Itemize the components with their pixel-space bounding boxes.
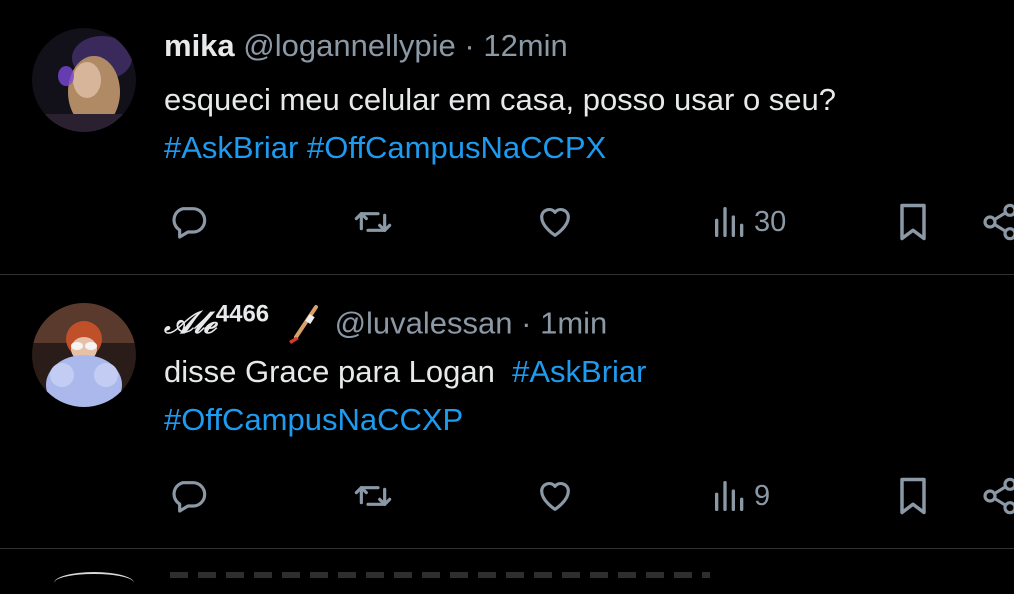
tweet-header: mika @logannellypie · 12min	[164, 28, 568, 64]
display-name[interactable]: 𝒜𝓁ℯ4466	[164, 301, 280, 342]
bookmark-button[interactable]	[890, 200, 936, 244]
tweet-text: esqueci meu celular em casa, posso usar …	[164, 76, 836, 172]
reply-icon	[172, 481, 207, 513]
share-icon	[983, 203, 1014, 241]
bookmark-icon	[900, 203, 926, 241]
tweet-text-line: esqueci meu celular em casa, posso usar …	[164, 82, 837, 117]
hashtag-link[interactable]: #OffCampusNaCCXP	[164, 402, 463, 437]
tweet-1[interactable]: mika @logannellypie · 12min esqueci meu …	[0, 0, 1014, 274]
tweet-header: 𝒜𝓁ℯ4466 @luvalessan · 1min	[164, 301, 607, 345]
views-button[interactable]: 30	[710, 202, 786, 242]
share-icon	[983, 477, 1014, 515]
tweet-2[interactable]: 𝒜𝓁ℯ4466 @luvalessan · 1min disse Grace p…	[0, 275, 1014, 547]
display-name-superscript: 4466	[215, 301, 270, 328]
retweet-button[interactable]	[350, 202, 396, 242]
hashtag-link[interactable]: #AskBriar	[164, 130, 298, 165]
like-button[interactable]	[532, 476, 578, 516]
hashtag-link[interactable]: #OffCampusNaCCPX	[307, 130, 606, 165]
next-tweet-avatar-partial[interactable]	[54, 572, 134, 594]
retweet-button[interactable]	[350, 476, 396, 516]
views-count: 9	[754, 479, 771, 512]
timestamp[interactable]: 1min	[540, 305, 607, 340]
user-handle[interactable]: @logannellypie	[243, 28, 455, 63]
hashtag-link[interactable]: #AskBriar	[512, 354, 646, 389]
like-button[interactable]	[532, 202, 578, 242]
views-bar-chart-icon	[715, 481, 744, 511]
heart-icon	[540, 481, 570, 511]
reply-button[interactable]	[166, 202, 210, 242]
views-bar-chart-icon	[715, 207, 744, 237]
avatar[interactable]	[32, 28, 136, 132]
display-name[interactable]: mika	[164, 28, 235, 63]
bookmark-icon	[900, 477, 926, 515]
reply-icon	[172, 207, 207, 239]
hockey-stick-icon	[288, 305, 318, 345]
retweet-icon	[354, 486, 392, 506]
timestamp[interactable]: 12min	[483, 28, 567, 63]
divider	[0, 548, 1014, 549]
tweet-text: disse Grace para Logan #AskBriar #OffCam…	[164, 348, 646, 444]
share-button[interactable]	[978, 476, 1014, 516]
retweet-icon	[354, 212, 392, 232]
bookmark-button[interactable]	[890, 474, 936, 518]
share-button[interactable]	[978, 202, 1014, 242]
separator: ·	[464, 28, 475, 63]
tweet-text-line: disse Grace para Logan	[164, 354, 495, 389]
views-button[interactable]: 9	[710, 476, 770, 516]
views-count: 30	[754, 205, 787, 238]
next-tweet-header-partial	[170, 572, 710, 578]
display-name-text: 𝒜𝓁ℯ	[164, 305, 216, 342]
reply-button[interactable]	[166, 476, 210, 516]
avatar[interactable]	[32, 303, 136, 407]
heart-icon	[540, 207, 570, 237]
separator: ·	[521, 305, 532, 341]
user-handle[interactable]: @luvalessan	[335, 305, 513, 340]
